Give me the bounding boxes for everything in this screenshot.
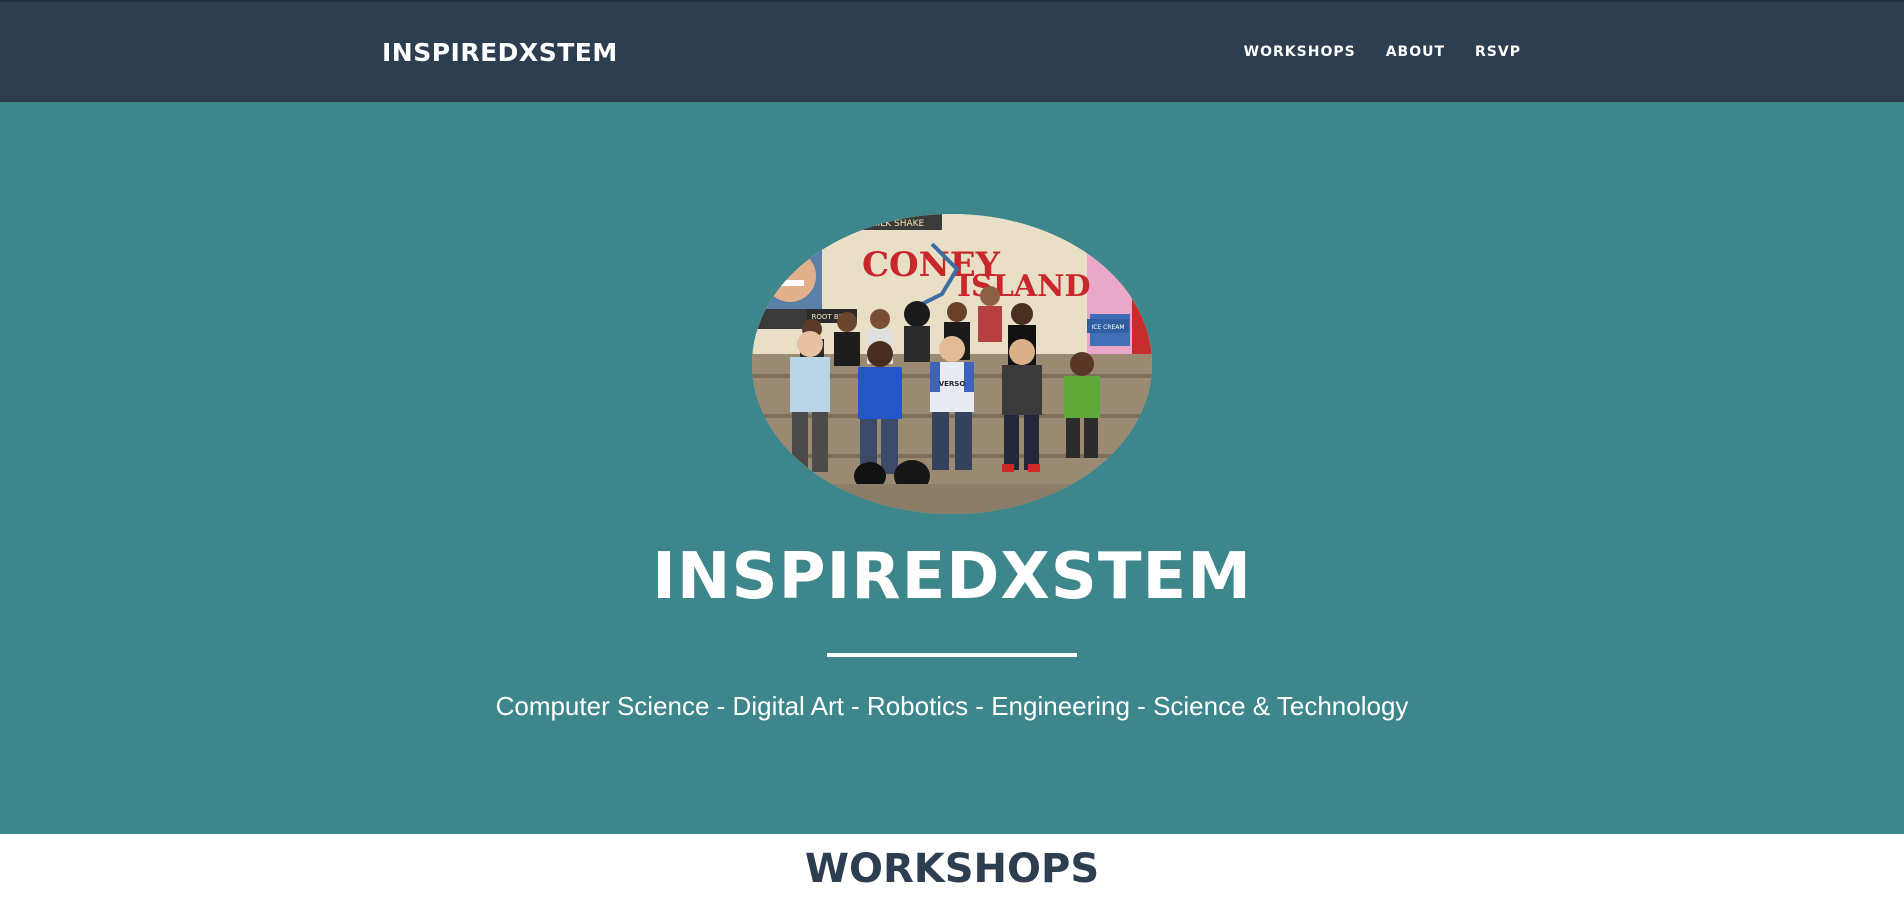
workshops-heading: WORKSHOPS bbox=[804, 846, 1100, 892]
nav-link-rsvp[interactable]: RSVP bbox=[1475, 44, 1521, 60]
brand-logo-link[interactable]: INSPIREDXSTEM bbox=[382, 38, 618, 67]
workshops-section: WORKSHOPS bbox=[0, 834, 1904, 904]
nav-link-workshops[interactable]: WORKSHOPS bbox=[1244, 44, 1356, 60]
photo-sign-island: ISLAND bbox=[957, 269, 1091, 304]
nav-links: WORKSHOPS ABOUT RSVP bbox=[1244, 44, 1521, 60]
group-photo: MILK SHAKE CONEY ISLAND ROOT BEER ICE CR… bbox=[752, 214, 1152, 514]
nav-link-about[interactable]: ABOUT bbox=[1386, 44, 1445, 60]
hero-divider bbox=[827, 653, 1077, 657]
top-navbar: INSPIREDXSTEM WORKSHOPS ABOUT RSVP bbox=[0, 0, 1904, 102]
photo-sign-milkshake: MILK SHAKE bbox=[870, 219, 925, 229]
hero-subtitle: Computer Science - Digital Art - Robotic… bbox=[495, 691, 1409, 721]
photo-shirt-text: VERSO bbox=[939, 380, 966, 388]
hero-section: MILK SHAKE CONEY ISLAND ROOT BEER ICE CR… bbox=[0, 102, 1904, 834]
hero-title: INSPIREDXSTEM bbox=[652, 540, 1252, 614]
photo-sign-icecream: ICE CREAM bbox=[1091, 324, 1124, 331]
